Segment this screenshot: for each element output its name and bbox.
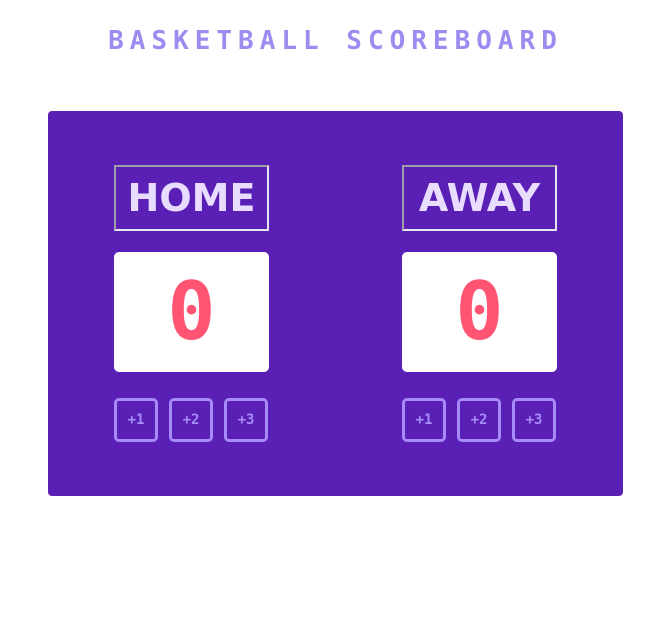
away-add-3-button[interactable]: +3 (512, 398, 556, 442)
away-add-1-button[interactable]: +1 (402, 398, 446, 442)
home-add-1-button[interactable]: +1 (114, 398, 158, 442)
home-team-name: HOME (114, 165, 269, 231)
away-score-value: 0 (455, 265, 504, 358)
app-title: BASKETBALL SCOREBOARD (108, 26, 563, 56)
home-add-3-button[interactable]: +3 (224, 398, 268, 442)
away-team-name: AWAY (402, 165, 557, 231)
home-score-buttons: +1 +2 +3 (114, 398, 269, 442)
home-add-2-button[interactable]: +2 (169, 398, 213, 442)
away-score-buttons: +1 +2 +3 (402, 398, 557, 442)
home-team-section: HOME 0 +1 +2 +3 (114, 165, 269, 442)
scoreboard-panel: HOME 0 +1 +2 +3 AWAY 0 +1 +2 +3 (48, 111, 623, 496)
away-score-display: 0 (402, 252, 557, 372)
away-team-section: AWAY 0 +1 +2 +3 (402, 165, 557, 442)
away-add-2-button[interactable]: +2 (457, 398, 501, 442)
home-score-display: 0 (114, 252, 269, 372)
home-score-value: 0 (167, 265, 216, 358)
